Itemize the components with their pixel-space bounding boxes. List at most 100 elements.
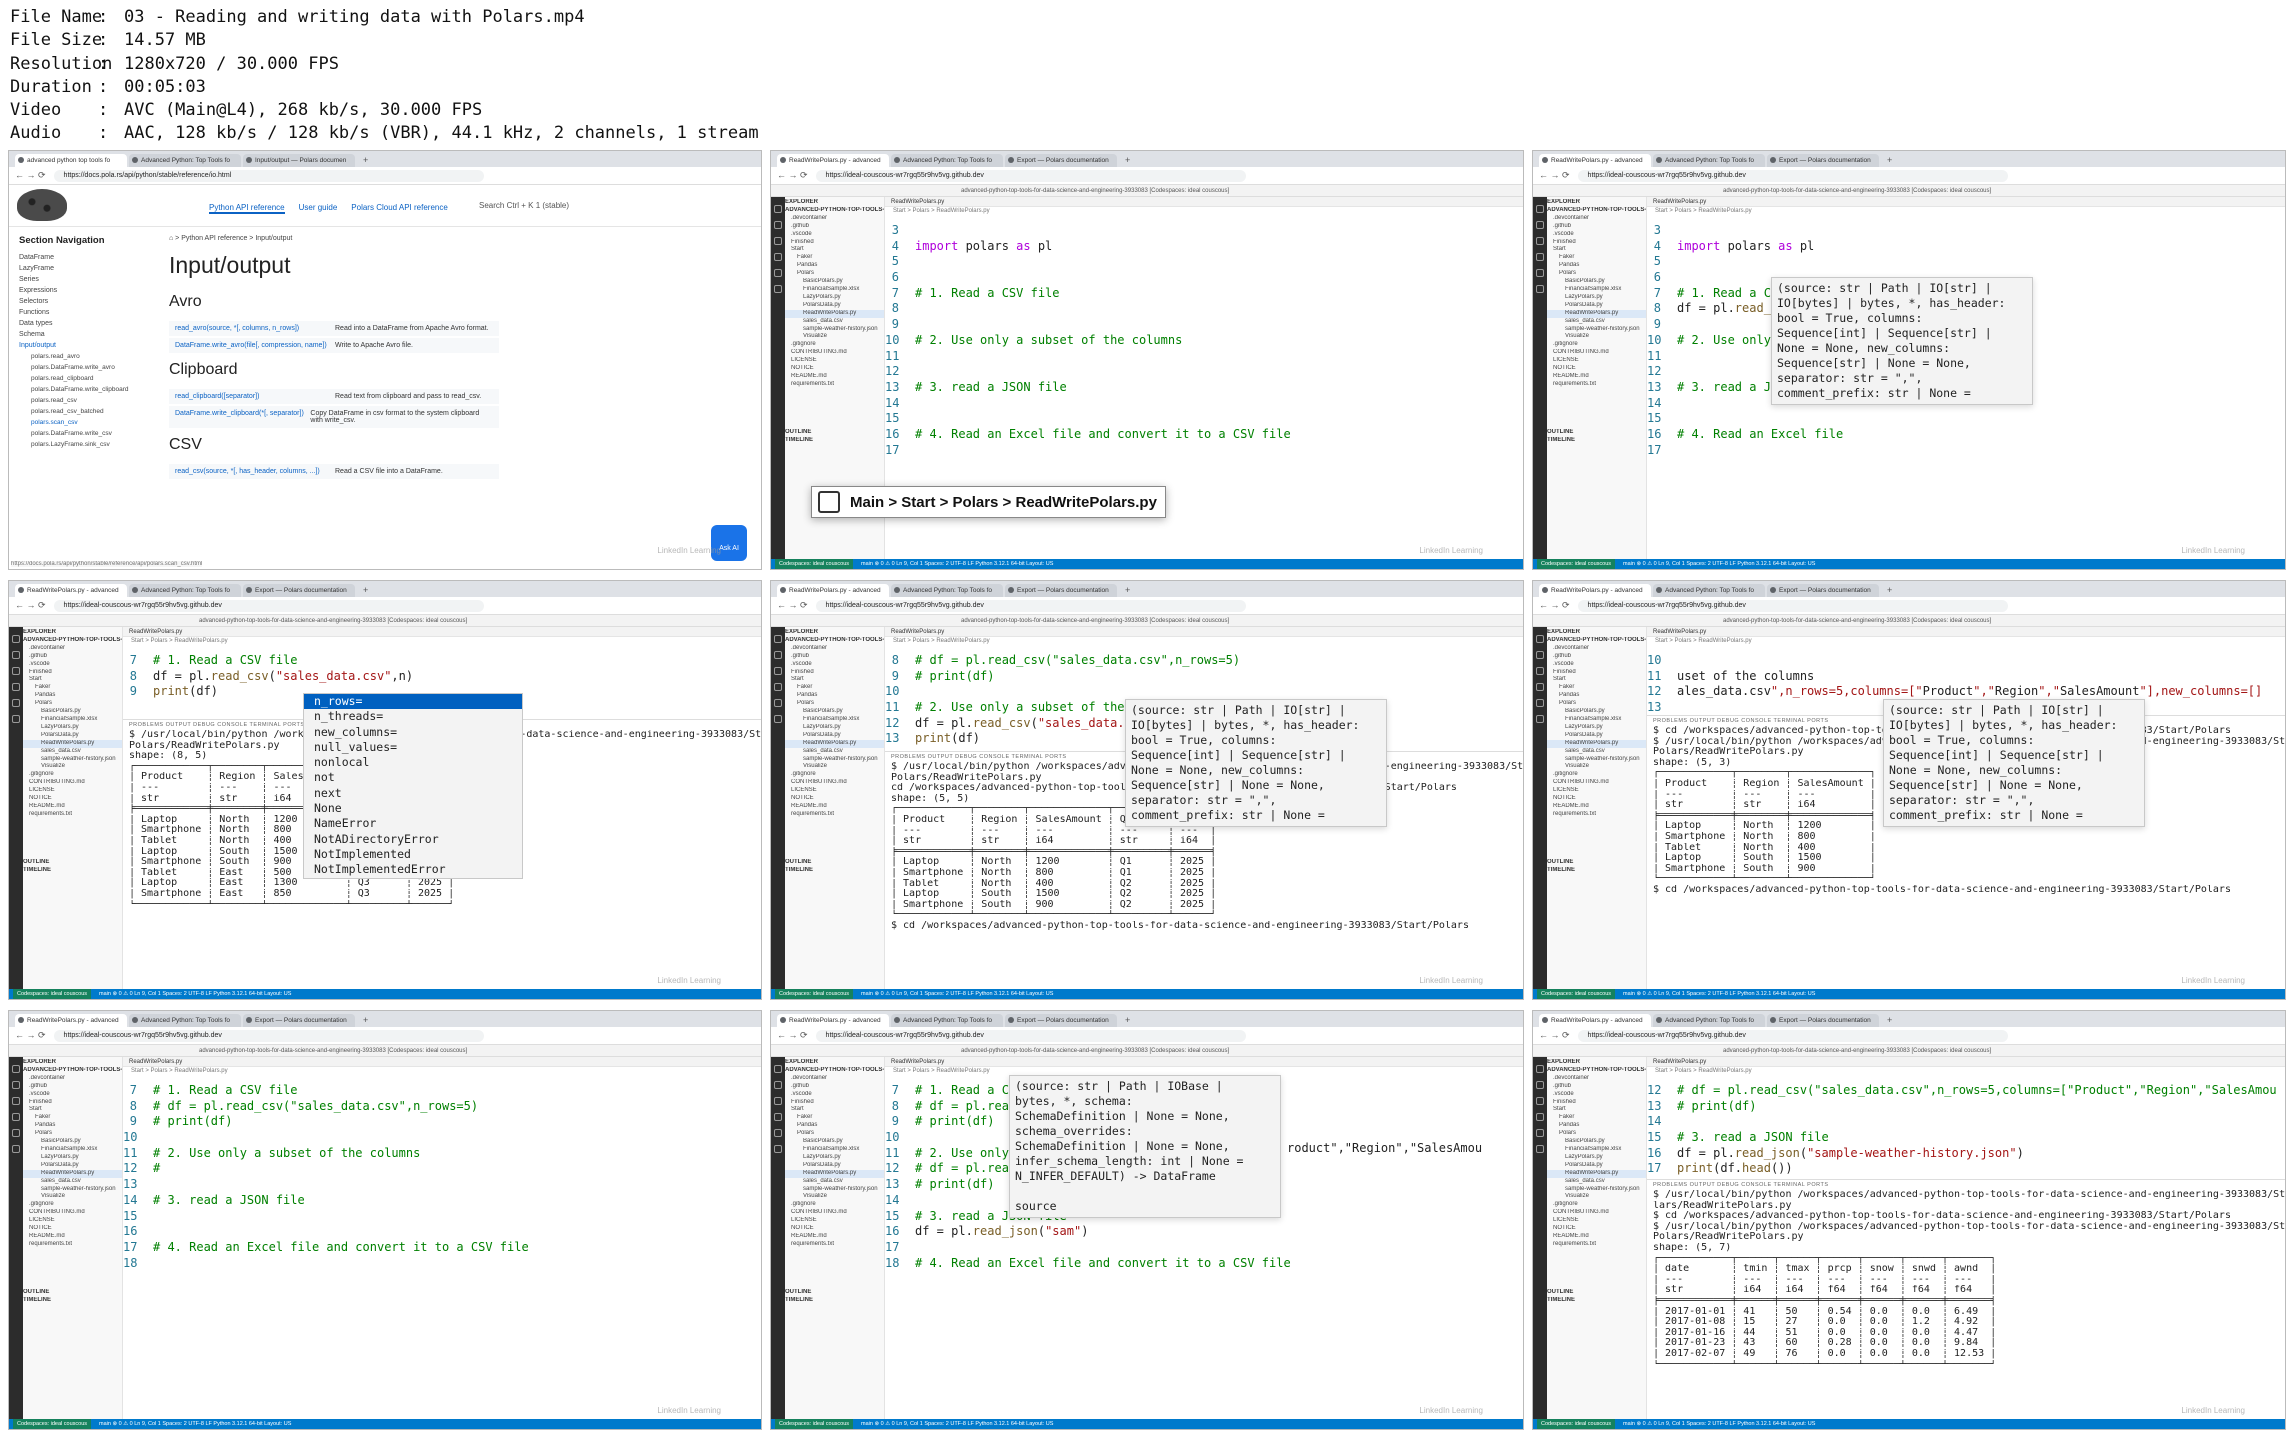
new-tab-icon[interactable]: +	[1881, 155, 1898, 167]
explorer-item[interactable]: LazyPolars.py	[785, 724, 884, 732]
browser-tab[interactable]: Export — Polars documentation	[243, 1014, 355, 1027]
explorer-item[interactable]: README.md	[23, 1233, 122, 1241]
code-line[interactable]: 7 # 1. Read a CSV file	[123, 653, 761, 669]
editor-tab[interactable]: ReadWritePolars.py	[1647, 1057, 2285, 1067]
explorer-item[interactable]: BasicPolars.py	[785, 278, 884, 286]
testing-icon[interactable]	[12, 1145, 20, 1153]
explorer-item[interactable]: .vscode	[23, 1091, 122, 1099]
explorer-item[interactable]: LICENSE	[785, 357, 884, 365]
code-line[interactable]: 16 # 4. Read an Excel file	[1647, 427, 2285, 443]
code-line[interactable]: 11 uset of the columns	[1647, 669, 2285, 685]
explorer-root[interactable]: ADVANCED-PYTHON-TOP-TOOLS-FOR-D...	[23, 1067, 122, 1075]
explorer-item[interactable]: NOTICE	[1547, 795, 1646, 803]
section-nav-item[interactable]: Input/output	[19, 340, 169, 351]
editor-tab[interactable]: ReadWritePolars.py	[1647, 627, 2285, 637]
code-line[interactable]: 12 ales_data.csv",n_rows=5,columns=["Prod…	[1647, 684, 2285, 700]
explorer-item[interactable]: LazyPolars.py	[23, 1154, 122, 1162]
explorer-item[interactable]: requirements.txt	[23, 1241, 122, 1249]
files-icon[interactable]	[774, 635, 782, 643]
url-field[interactable]: https://ideal-couscous-wr7rgq55r9hv5vg.g…	[1577, 1029, 2008, 1042]
back-forward-icon[interactable]: ← → ⟳	[1539, 1030, 1570, 1041]
command-center[interactable]: advanced-python-top-tools-for-data-scien…	[9, 1045, 761, 1057]
api-function-link[interactable]: read_avro(source, *[, columns, n_rows])	[175, 325, 335, 332]
explorer-item[interactable]: PolarsData.py	[785, 732, 884, 740]
explorer-item[interactable]: Faker	[1547, 254, 1646, 262]
explorer-item[interactable]: ReadWritePolars.py	[23, 1169, 122, 1178]
explorer-item[interactable]: sales_data.csv	[1547, 318, 1646, 326]
explorer-item[interactable]: .vscode	[1547, 231, 1646, 239]
command-center[interactable]: advanced-python-top-tools-for-data-scien…	[1533, 615, 2285, 627]
url-field[interactable]: https://ideal-couscous-wr7rgq55r9hv5vg.g…	[1577, 599, 2008, 612]
code-line[interactable]: 14	[1647, 1114, 2285, 1130]
explorer-item[interactable]: Finished	[1547, 1099, 1646, 1107]
explorer-root[interactable]: ADVANCED-PYTHON-TOP-TOOLS-FOR-D...	[785, 637, 884, 645]
section-nav-item[interactable]: Selectors	[19, 296, 169, 307]
section-nav-subitem[interactable]: polars.read_csv	[19, 395, 169, 406]
browser-tab[interactable]: Advanced Python: Top Tools fo	[129, 154, 241, 167]
timeline-section[interactable]: TIMELINE	[1547, 867, 1646, 875]
explorer-item[interactable]: .github	[23, 1083, 122, 1091]
explorer-root[interactable]: ADVANCED-PYTHON-TOP-TOOLS-FOR-D...	[1547, 1067, 1646, 1075]
explorer-item[interactable]: ReadWritePolars.py	[1547, 309, 1646, 318]
explorer-item[interactable]: Faker	[785, 684, 884, 692]
explorer-item[interactable]: Polars	[23, 1130, 122, 1138]
explorer-item[interactable]: PolarsData.py	[785, 1162, 884, 1170]
explorer-item[interactable]: Faker	[23, 1114, 122, 1122]
extensions-icon[interactable]	[1536, 699, 1544, 707]
docs-search[interactable]: Search Ctrl + K 1 (stable)	[479, 201, 569, 210]
explorer-item[interactable]: .vscode	[785, 1091, 884, 1099]
timeline-section[interactable]: TIMELINE	[785, 437, 884, 445]
code-line[interactable]: 4 import polars as pl	[1647, 239, 2285, 255]
explorer-item[interactable]: requirements.txt	[1547, 1241, 1646, 1249]
code-line[interactable]: 14 # 3. read a JSON file	[123, 1193, 761, 1209]
explorer-item[interactable]: .vscode	[785, 231, 884, 239]
code-line[interactable]: 9 # print(df)	[123, 1114, 761, 1130]
explorer-item[interactable]: BasicPolars.py	[1547, 278, 1646, 286]
autocomplete-item[interactable]: NotImplemented	[304, 847, 522, 862]
explorer-item[interactable]: requirements.txt	[785, 1241, 884, 1249]
search-icon[interactable]	[12, 1081, 20, 1089]
testing-icon[interactable]	[12, 715, 20, 723]
editor-tab[interactable]: ReadWritePolars.py	[885, 1057, 1523, 1067]
explorer-item[interactable]: .vscode	[785, 661, 884, 669]
section-nav-item[interactable]: Data types	[19, 318, 169, 329]
command-center[interactable]: advanced-python-top-tools-for-data-scien…	[771, 185, 1523, 197]
browser-tab[interactable]: ReadWritePolars.py - advanced	[15, 1014, 127, 1027]
explorer-item[interactable]: LICENSE	[23, 787, 122, 795]
explorer-item[interactable]: .devcontainer	[1547, 1075, 1646, 1083]
run-debug-icon[interactable]	[12, 683, 20, 691]
files-icon[interactable]	[774, 205, 782, 213]
autocomplete-item[interactable]: NotImplementedError	[304, 862, 522, 877]
explorer-item[interactable]: Faker	[1547, 684, 1646, 692]
explorer-item[interactable]: NOTICE	[1547, 1225, 1646, 1233]
browser-tab[interactable]: Advanced Python: Top Tools fo	[1653, 584, 1765, 597]
source-control-icon[interactable]	[12, 1097, 20, 1105]
explorer-item[interactable]: CONTRIBUTING.md	[1547, 779, 1646, 787]
editor-tab[interactable]: ReadWritePolars.py	[885, 197, 1523, 207]
explorer-item[interactable]: ReadWritePolars.py	[23, 739, 122, 748]
code-line[interactable]: 17 print(df.head())	[1647, 1161, 2285, 1177]
browser-tab[interactable]: Export — Polars documentation	[1005, 154, 1117, 167]
explorer-item[interactable]: PolarsData.py	[1547, 1162, 1646, 1170]
explorer-item[interactable]: .devcontainer	[23, 645, 122, 653]
code-line[interactable]: 9	[885, 317, 1523, 333]
code-line[interactable]: 12 #	[123, 1161, 761, 1177]
code-line[interactable]: 8 # df = pl.read_csv("sales_data.csv",n_r…	[123, 1099, 761, 1115]
explorer-item[interactable]: .github	[1547, 1083, 1646, 1091]
outline-section[interactable]: OUTLINE	[23, 1289, 122, 1297]
code-line[interactable]: 18	[123, 1256, 761, 1272]
browser-tab[interactable]: Advanced Python: Top Tools fo	[1653, 1014, 1765, 1027]
outline-section[interactable]: OUTLINE	[1547, 859, 1646, 867]
explorer-item[interactable]: README.md	[1547, 1233, 1646, 1241]
timeline-section[interactable]: TIMELINE	[785, 867, 884, 875]
autocomplete-item[interactable]: None	[304, 801, 522, 816]
code-line[interactable]: 7 # 1. Read a CSV file	[123, 1083, 761, 1099]
section-nav-item[interactable]: Functions	[19, 307, 169, 318]
explorer-item[interactable]: sales_data.csv	[785, 748, 884, 756]
explorer-item[interactable]: Polars	[1547, 700, 1646, 708]
new-tab-icon[interactable]: +	[1881, 585, 1898, 597]
explorer-item[interactable]: sample-weather-history.json	[23, 1186, 122, 1194]
code-line[interactable]: 4 import polars as pl	[885, 239, 1523, 255]
explorer-item[interactable]: PolarsData.py	[23, 1162, 122, 1170]
explorer-item[interactable]: Visualize	[785, 1193, 884, 1201]
